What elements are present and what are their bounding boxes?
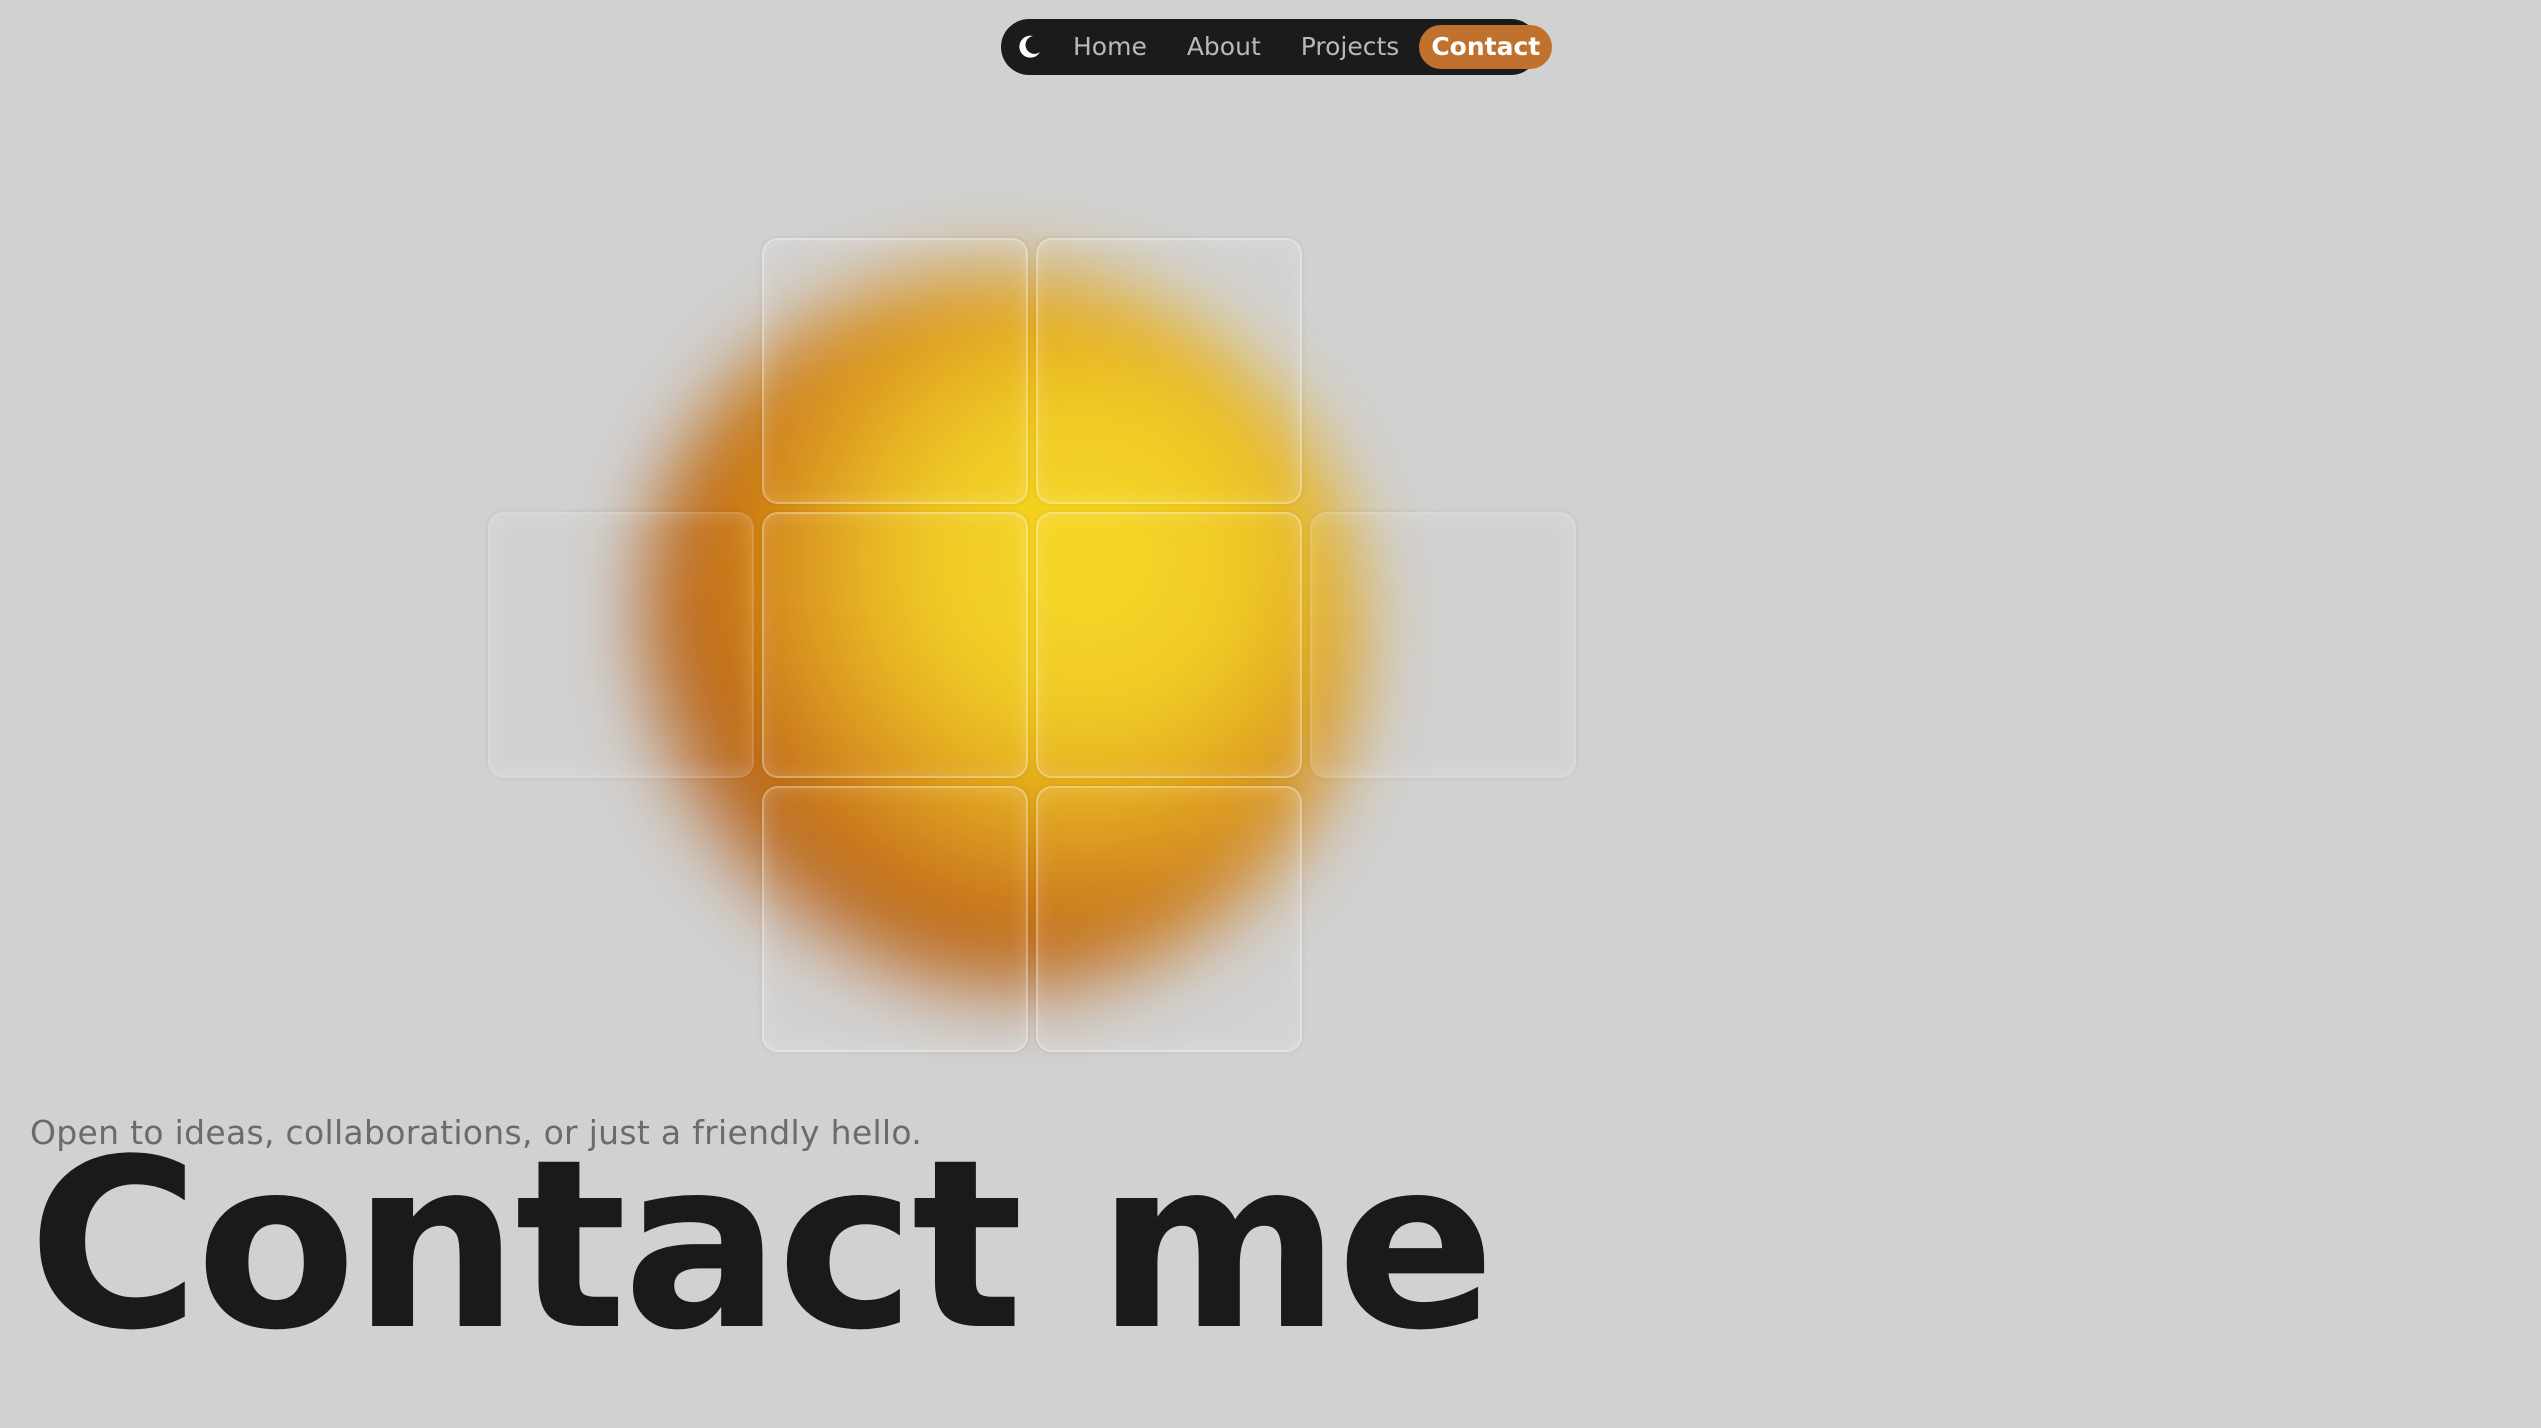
moon-icon (1019, 35, 1040, 58)
top-nav: Home About Projects Contact (1001, 19, 1553, 75)
glass-tile (762, 512, 1028, 778)
glass-tile (1036, 786, 1302, 1052)
page-title: Contact me (28, 1110, 1495, 1382)
nav-link-about[interactable]: About (1167, 25, 1281, 69)
nav-link-projects[interactable]: Projects (1281, 25, 1420, 69)
glass-tile (1310, 512, 1576, 778)
glass-tile (762, 786, 1028, 1052)
glass-tile (762, 238, 1028, 504)
glass-tile (488, 512, 754, 778)
contact-page: Home About Projects Contact Open to idea… (0, 0, 2541, 1428)
glass-tile (1036, 238, 1302, 504)
theme-toggle-button[interactable] (1015, 26, 1043, 68)
glass-tile (1036, 512, 1302, 778)
nav-link-contact[interactable]: Contact (1419, 25, 1553, 69)
glowing-tile-artwork (488, 180, 1576, 1080)
nav-link-home[interactable]: Home (1053, 25, 1167, 69)
